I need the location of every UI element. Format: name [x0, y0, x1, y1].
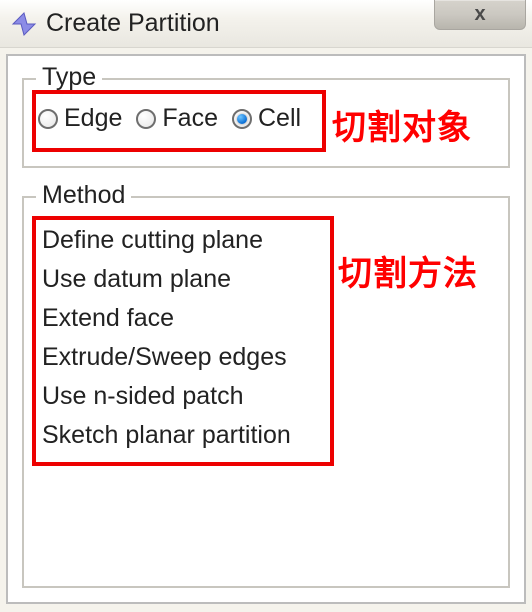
type-radio-row: Edge Face Cell — [38, 104, 301, 133]
method-item-use-datum-plane[interactable]: Use datum plane — [42, 265, 291, 294]
radio-label: Edge — [64, 104, 122, 133]
method-item-extend-face[interactable]: Extend face — [42, 304, 291, 333]
method-item-sketch-planar-partition[interactable]: Sketch planar partition — [42, 421, 291, 450]
window-title: Create Partition — [46, 9, 220, 38]
method-legend: Method — [36, 181, 131, 210]
title-bar: Create Partition x — [0, 0, 532, 48]
close-button[interactable]: x — [434, 0, 526, 30]
radio-edge[interactable]: Edge — [38, 104, 122, 133]
radio-label: Face — [162, 104, 218, 133]
radio-icon — [232, 109, 252, 129]
app-icon — [10, 10, 38, 38]
type-legend: Type — [36, 63, 102, 92]
annotation-label-method: 切割方法 — [338, 246, 478, 295]
annotation-label-type: 切割对象 — [332, 100, 472, 149]
method-item-use-n-sided-patch[interactable]: Use n-sided patch — [42, 382, 291, 411]
close-icon: x — [474, 3, 485, 26]
method-list: Define cutting plane Use datum plane Ext… — [42, 226, 291, 450]
method-item-define-cutting-plane[interactable]: Define cutting plane — [42, 226, 291, 255]
type-groupbox: Type Edge Face Cell 切割对象 — [22, 78, 510, 168]
radio-cell[interactable]: Cell — [232, 104, 301, 133]
dialog-client-area: Type Edge Face Cell 切割对象 Method Define c… — [6, 54, 526, 604]
method-item-extrude-sweep-edges[interactable]: Extrude/Sweep edges — [42, 343, 291, 372]
radio-label: Cell — [258, 104, 301, 133]
radio-face[interactable]: Face — [136, 104, 218, 133]
radio-icon — [38, 109, 58, 129]
radio-icon — [136, 109, 156, 129]
method-groupbox: Method Define cutting plane Use datum pl… — [22, 196, 510, 588]
